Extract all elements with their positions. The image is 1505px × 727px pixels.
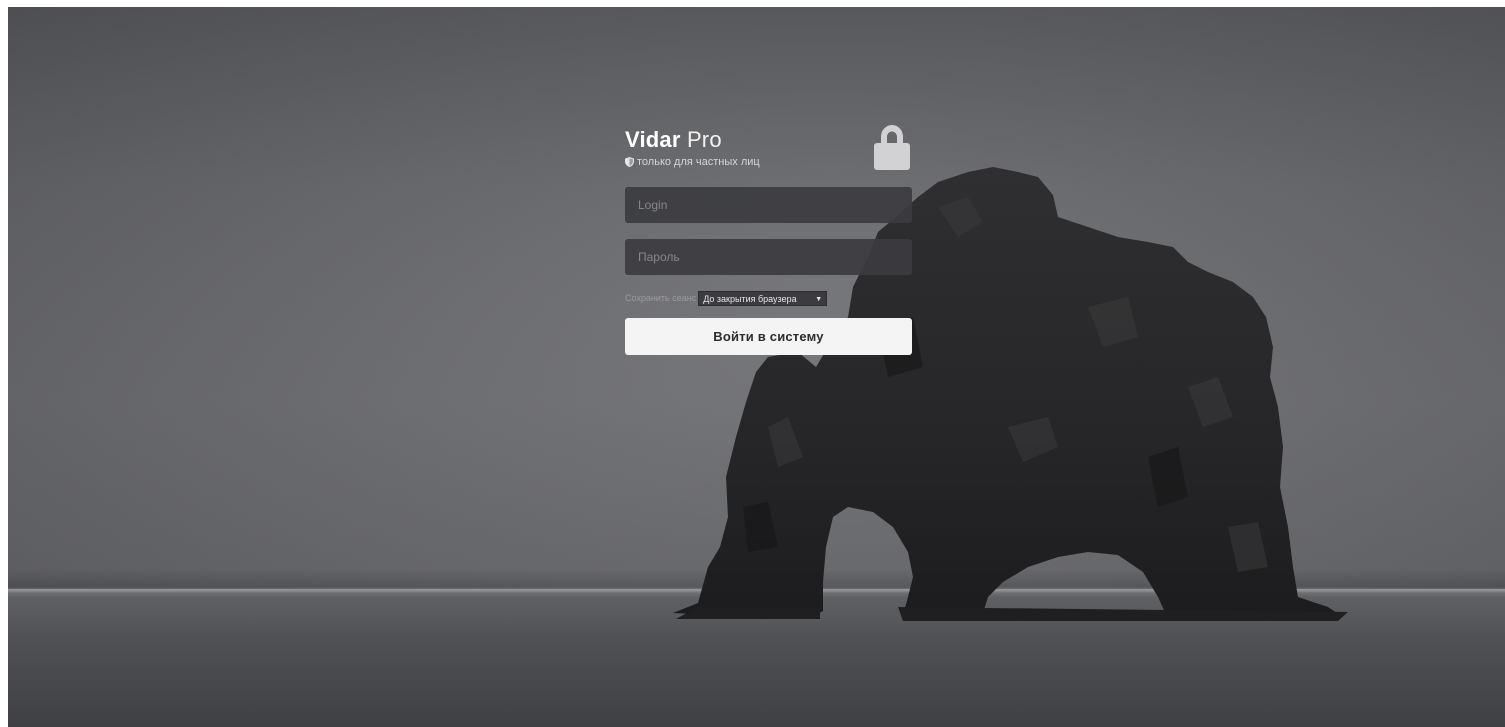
session-select-value: До закрытия браузера xyxy=(703,293,797,304)
lock-icon xyxy=(874,125,910,170)
login-input[interactable] xyxy=(625,187,912,223)
login-panel: Vidar Pro только для частных лиц Сохрани… xyxy=(625,124,913,355)
password-input[interactable] xyxy=(625,239,912,275)
sea-stack-rock xyxy=(673,167,1348,621)
login-button[interactable]: Войти в систему xyxy=(625,318,912,355)
subtitle-text: только для частных лиц xyxy=(637,156,760,168)
shield-icon xyxy=(625,157,634,167)
app-title: Vidar Pro xyxy=(625,127,722,153)
app-title-bold: Vidar xyxy=(625,127,681,152)
session-label: Сохранить сеанс xyxy=(625,293,697,303)
app-subtitle: только для частных лиц xyxy=(625,156,760,168)
session-row: Сохранить сеанс До закрытия браузера ▼ xyxy=(625,290,913,306)
app-title-light: Pro xyxy=(686,127,722,152)
session-select[interactable]: До закрытия браузера ▼ xyxy=(698,290,828,306)
brand-header: Vidar Pro только для частных лиц xyxy=(625,124,913,184)
background-photo xyxy=(8,7,1505,727)
triangle-down-icon: ▼ xyxy=(815,295,823,303)
